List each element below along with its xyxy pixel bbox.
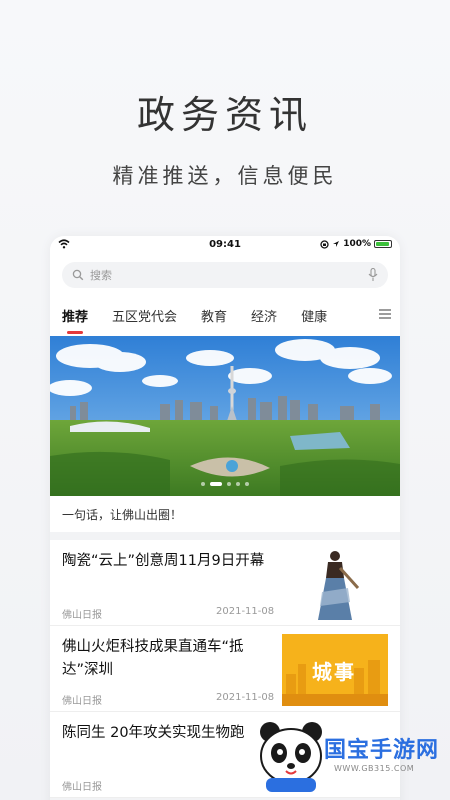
hero-title: 政务资讯 <box>136 93 313 137</box>
search-placeholder: 搜索 <box>90 269 112 282</box>
watermark-name: 国宝手游网 <box>324 738 440 763</box>
news-thumbnail <box>282 548 388 620</box>
location-icon <box>333 241 340 247</box>
search-icon <box>72 269 84 281</box>
lock-rotation-icon <box>320 239 329 249</box>
news-thumbnail-label: 城事 <box>312 660 356 684</box>
site-watermark: 国宝手游网 WWW.GB315.COM <box>256 710 446 800</box>
news-title: 陈同生 20年攻关实现生物跑 <box>62 725 245 741</box>
news-date: 2021-11-08 <box>216 606 275 617</box>
tab-economy[interactable]: 经济 <box>251 306 277 325</box>
news-source: 佛山日报 <box>62 610 102 621</box>
tab-recommend[interactable]: 推荐 <box>62 306 88 334</box>
news-source: 佛山日报 <box>62 696 102 707</box>
panda-logo-icon <box>260 722 322 792</box>
watermark-url: WWW.GB315.COM <box>334 764 415 773</box>
news-item[interactable]: 陶瓷“云上”创意周11月9日开幕 佛山日报 2021-11-08 <box>50 540 400 626</box>
banner-city-image <box>50 336 400 496</box>
tab-education[interactable]: 教育 <box>201 306 227 325</box>
carousel-dot[interactable] <box>236 482 240 486</box>
carousel-dot[interactable] <box>210 482 222 486</box>
hero-subtitle: 精准推送，信息便民 <box>112 164 338 188</box>
microphone-icon[interactable] <box>368 268 378 282</box>
news-title: 陶瓷“云上”创意周11月9日开幕 <box>62 553 265 569</box>
tab-district-congress[interactable]: 五区党代会 <box>112 306 177 325</box>
news-thumbnail: 城事 <box>282 634 388 706</box>
tab-health[interactable]: 健康 <box>301 306 327 325</box>
status-bar: 09:41 100% <box>50 236 400 254</box>
search-input[interactable]: 搜索 <box>62 262 388 288</box>
battery-percent: 100% <box>343 239 371 249</box>
banner-caption[interactable]: 一句话，让佛山出圈！ <box>50 496 400 532</box>
carousel-dot[interactable] <box>245 482 249 486</box>
news-source: 佛山日报 <box>62 782 102 793</box>
news-date: 2021-11-08 <box>216 692 275 703</box>
battery-icon <box>374 240 392 248</box>
news-title: 佛山火炬科技成果直通车“抵达”深圳 <box>62 639 244 678</box>
menu-icon[interactable] <box>378 307 392 321</box>
banner-carousel[interactable] <box>50 336 400 496</box>
news-item[interactable]: 佛山火炬科技成果直通车“抵达”深圳 佛山日报 2021-11-08 城事 <box>50 626 400 712</box>
carousel-dot[interactable] <box>201 482 205 486</box>
carousel-indicator <box>50 482 400 486</box>
category-tabs: 推荐 五区党代会 教育 经济 健康 <box>50 294 400 336</box>
carousel-dot[interactable] <box>227 482 231 486</box>
